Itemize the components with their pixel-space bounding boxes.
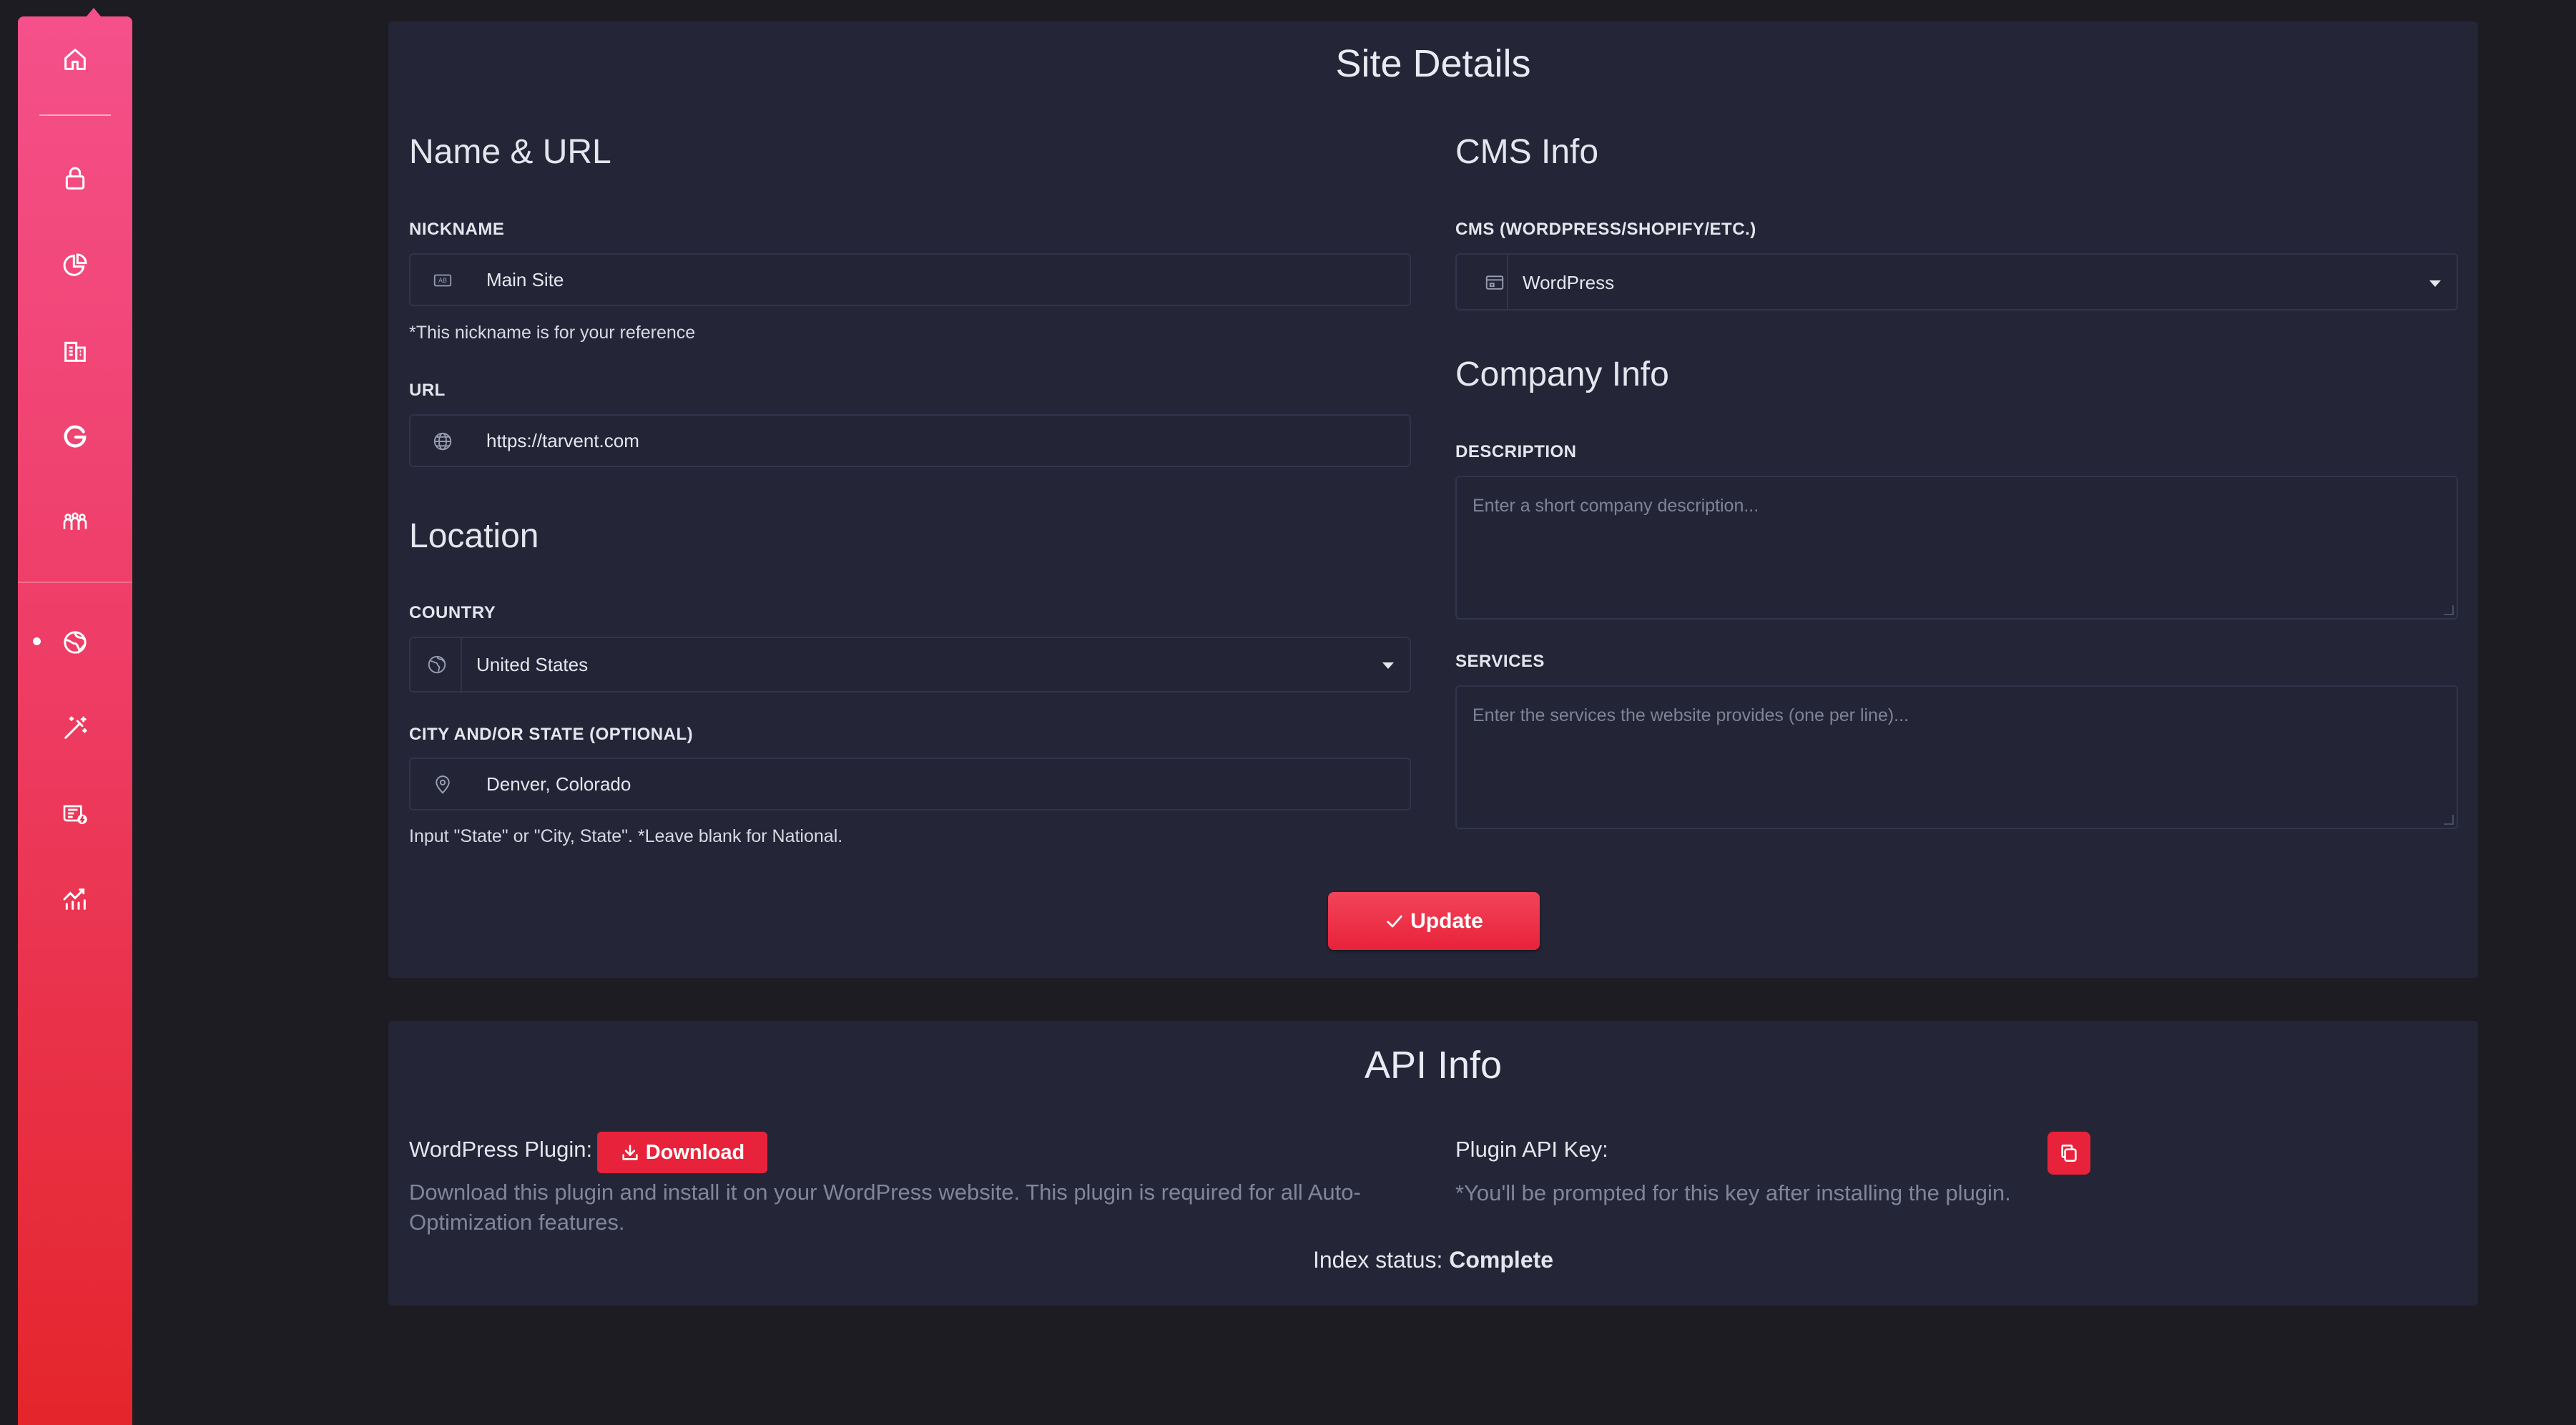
chevron-down-icon (1382, 662, 1394, 669)
country-value: United States (476, 654, 589, 675)
description-label: DESCRIPTION (1455, 442, 1577, 461)
building-icon[interactable] (58, 334, 92, 368)
resize-handle[interactable] (2444, 605, 2454, 615)
id-badge-icon: AB (432, 270, 453, 291)
download-button[interactable]: Download (597, 1132, 767, 1173)
city-help: Input "State" or "City, State". *Leave b… (409, 826, 843, 846)
city-label: CITY AND/OR STATE (OPTIONAL) (409, 725, 694, 744)
services-placeholder: Enter the services the website provides … (1473, 705, 1909, 725)
pie-chart-icon[interactable] (58, 248, 92, 283)
active-indicator (33, 637, 41, 645)
svg-text:AB: AB (438, 278, 447, 285)
index-status-value: Complete (1449, 1247, 1554, 1273)
index-status: Index status: Complete (388, 1247, 2478, 1273)
globe-small-icon (432, 431, 453, 452)
browser-window-icon (1484, 272, 1505, 293)
chevron-down-icon (2429, 280, 2441, 287)
api-info-card: API Info WordPress Plugin: Download Down… (388, 1021, 2478, 1306)
url-label: URL (409, 381, 446, 400)
copy-api-key-button[interactable] (2047, 1132, 2090, 1175)
select-separator (1507, 255, 1508, 309)
index-status-label: Index status: (1312, 1247, 1443, 1273)
globe-icon[interactable] (58, 625, 92, 660)
team-icon[interactable] (58, 506, 92, 540)
nickname-field[interactable]: AB Main Site (409, 253, 1411, 306)
plugin-description-line2: Optimization features. (409, 1210, 625, 1235)
cms-select[interactable]: WordPress (1455, 253, 2458, 310)
url-value: https://tarvent.com (486, 430, 639, 451)
url-field[interactable]: https://tarvent.com (409, 414, 1411, 467)
description-textarea[interactable]: Enter a short company description... (1455, 476, 2458, 620)
check-icon (1387, 915, 1402, 927)
resize-handle[interactable] (2444, 815, 2454, 825)
magic-wand-icon[interactable] (58, 711, 92, 745)
country-label: COUNTRY (409, 603, 496, 622)
nickname-label: NICKNAME (409, 220, 505, 239)
news-icon[interactable] (58, 796, 92, 831)
location-heading: Location (409, 517, 539, 555)
services-textarea[interactable]: Enter the services the website provides … (1455, 685, 2458, 829)
city-value: Denver, Colorado (486, 773, 631, 795)
plugin-label: WordPress Plugin: (409, 1137, 593, 1162)
update-button[interactable]: Update (1328, 892, 1540, 950)
download-icon (622, 1145, 638, 1160)
update-label: Update (1410, 909, 1483, 933)
api-key-note: *You'll be prompted for this key after i… (1455, 1180, 2011, 1205)
api-info-title: API Info (1364, 1044, 1503, 1087)
earth-icon (426, 654, 448, 675)
nickname-help: *This nickname is for your reference (409, 323, 696, 343)
sidebar (18, 8, 132, 1425)
city-field[interactable]: Denver, Colorado (409, 758, 1411, 811)
lock-icon[interactable] (58, 162, 92, 196)
services-label: SERVICES (1455, 652, 1545, 671)
description-placeholder: Enter a short company description... (1473, 496, 1759, 516)
site-details-title: Site Details (1335, 42, 1531, 85)
cms-label: CMS (WORDPRESS/SHOPIFY/ETC.) (1455, 220, 1756, 239)
sidebar-section-divider (18, 582, 132, 583)
sidebar-notch (87, 8, 101, 16)
api-key-label: Plugin API Key: (1455, 1137, 1608, 1162)
country-select[interactable]: United States (409, 637, 1411, 692)
plugin-description-line1: Download this plugin and install it on y… (409, 1180, 1361, 1205)
home-icon[interactable] (58, 42, 92, 77)
google-icon[interactable] (58, 420, 92, 454)
copy-icon (2061, 1145, 2077, 1162)
analytics-icon[interactable] (58, 882, 92, 916)
select-separator (461, 638, 462, 691)
download-label: Download (645, 1140, 745, 1164)
site-details-card: Site Details Name & URL NICKNAME AB Main… (388, 21, 2478, 978)
company-heading: Company Info (1455, 356, 1669, 393)
map-pin-icon (432, 774, 453, 795)
cms-value: WordPress (1523, 272, 1615, 293)
nickname-value: Main Site (486, 269, 564, 290)
name-url-heading: Name & URL (409, 133, 611, 171)
cms-heading: CMS Info (1455, 133, 1599, 171)
sidebar-divider (39, 114, 111, 116)
